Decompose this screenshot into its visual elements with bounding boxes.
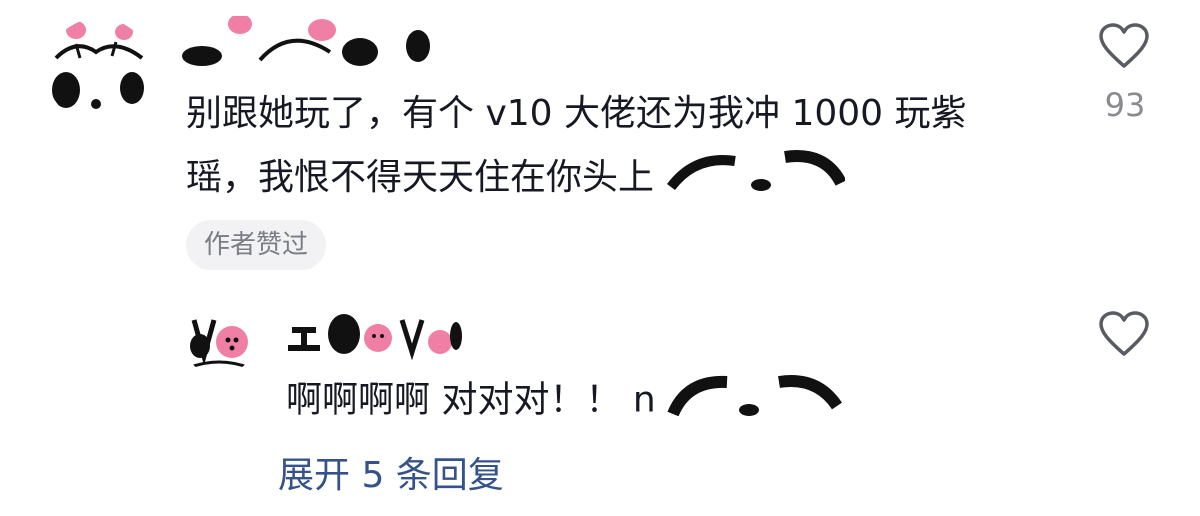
comment-like-button[interactable] (1098, 22, 1150, 70)
heart-outline-icon (1099, 23, 1149, 68)
reply-author-avatar[interactable] (184, 306, 254, 376)
comment-text-line-2: 瑶，我恨不得天天住在你头上 (186, 146, 1066, 212)
reply-text: 啊啊啊啊 对对对！！ n (286, 372, 843, 431)
panda-avatar-image (46, 18, 152, 124)
comment-author-avatar[interactable] (46, 18, 152, 124)
username-sticker-image (282, 304, 462, 360)
author-liked-badge: 作者赞过 (186, 220, 327, 270)
panda-avatar-image (184, 306, 254, 376)
reply-text-content: 啊啊啊啊 对对对！！ n (286, 379, 656, 421)
reply-author-name[interactable] (282, 304, 462, 360)
comment-like-count: 93 (1104, 86, 1146, 124)
comment-text-line-2-content: 瑶，我恨不得天天住在你头上 (186, 157, 655, 198)
reply-like-button[interactable] (1098, 310, 1150, 358)
panda-emoji-sticker (667, 372, 843, 431)
panda-emoji-sticker (665, 147, 847, 212)
comment-text-line-1: 别跟她玩了，有个 v10 大佬还为我冲 1000 玩紫 (186, 93, 967, 134)
username-sticker-image (180, 16, 430, 66)
heart-outline-icon (1099, 311, 1149, 356)
expand-replies-link[interactable]: 展开 5 条回复 (278, 450, 504, 502)
comment-text: 别跟她玩了，有个 v10 大佬还为我冲 1000 玩紫 瑶，我恨不得天天住在你头… (186, 82, 1066, 212)
comment-author-name[interactable] (180, 16, 430, 66)
